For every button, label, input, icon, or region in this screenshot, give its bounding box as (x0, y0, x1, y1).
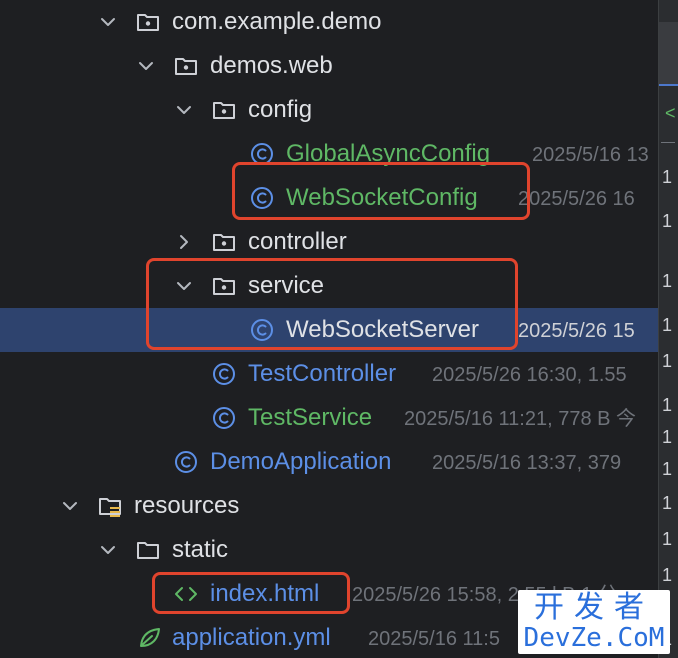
editor-tab[interactable] (659, 22, 678, 86)
package-icon (212, 98, 236, 122)
chevron-down-icon[interactable] (136, 56, 156, 76)
class-icon (250, 142, 274, 166)
line-number: 1 (662, 167, 673, 187)
line-number: 1 (662, 493, 673, 513)
tree-node-demo-application[interactable]: DemoApplication 2025/5/16 13:37, 379 (0, 440, 658, 484)
tree-node-static[interactable]: static (0, 528, 658, 572)
tree-node-web-socket-config[interactable]: WebSocketConfig 2025/5/26 16 (0, 176, 658, 220)
line-number: 1 (662, 211, 673, 231)
chevron-left-icon: < (665, 103, 676, 123)
tree-node-test-controller[interactable]: TestController 2025/5/26 16:30, 1.55 (0, 352, 658, 396)
tree-node-label: static (172, 536, 229, 563)
tree-node-demos-web[interactable]: demos.web (0, 44, 658, 88)
line-number: 1 (662, 351, 673, 371)
watermark-text-cn: 开发者 (534, 591, 654, 624)
tree-node-label: GlobalAsyncConfig (286, 140, 491, 167)
spring-config-leaf-icon (138, 626, 162, 650)
tree-node-web-socket-server[interactable]: WebSocketServer 2025/5/26 15 (0, 308, 658, 352)
tree-node-config[interactable]: config (0, 88, 658, 132)
tree-node-resources[interactable]: resources (0, 484, 658, 528)
chevron-down-icon[interactable] (174, 100, 194, 120)
class-icon (250, 318, 274, 342)
chevron-down-icon[interactable] (98, 12, 118, 32)
line-number: 1 (662, 395, 673, 415)
tree-node-label: service (248, 272, 325, 299)
tree-node-label: config (248, 96, 313, 123)
tree-node-label: WebSocketConfig (286, 184, 478, 211)
line-number: 1 (662, 427, 673, 447)
line-number: 1 (662, 459, 673, 479)
file-meta: 2025/5/16 11:21, 778 B 今 (404, 408, 637, 430)
class-icon (250, 186, 274, 210)
package-icon (136, 10, 160, 34)
project-tree: com.example.demo demos.web config Global… (0, 0, 658, 658)
class-icon (212, 406, 236, 430)
tree-node-label: WebSocketServer (286, 316, 479, 343)
folder-icon (136, 538, 160, 562)
package-icon (212, 230, 236, 254)
file-meta: 2025/5/16 13:37, 379 (432, 452, 622, 474)
chevron-down-icon[interactable] (60, 496, 80, 516)
tree-node-label: application.yml (172, 624, 331, 651)
resources-folder-icon (98, 494, 122, 518)
class-icon (212, 362, 236, 386)
tree-node-label: demos.web (210, 52, 333, 79)
watermark-text-en: DevZe.CoM (523, 623, 665, 653)
file-meta: 2025/5/26 16 (518, 188, 635, 210)
tree-node-com-example-demo[interactable]: com.example.demo (0, 0, 658, 44)
line-number: 1 (662, 315, 673, 335)
site-watermark: 开发者 DevZe.CoM (518, 590, 670, 654)
spring-boot-application-icon (174, 450, 198, 474)
tree-node-label: TestService (248, 404, 373, 431)
tree-node-label: resources (134, 492, 240, 519)
editor-gutter: < 1 1 1 1 1 1 1 1 1 1 1 1 (658, 0, 678, 658)
tree-node-test-service[interactable]: TestService 2025/5/16 11:21, 778 B 今 (0, 396, 658, 440)
file-meta: 2025/5/16 11:5 (368, 628, 500, 650)
line-number: 1 (662, 529, 673, 549)
chevron-down-icon[interactable] (174, 276, 194, 296)
line-number: 1 (662, 565, 673, 585)
tree-node-controller[interactable]: controller (0, 220, 658, 264)
tree-node-label: index.html (210, 580, 320, 607)
file-meta: 2025/5/26 15 (518, 320, 635, 342)
line-number: 1 (662, 271, 673, 291)
chevron-down-icon[interactable] (98, 540, 118, 560)
tree-node-global-async-config[interactable]: GlobalAsyncConfig 2025/5/16 13 (0, 132, 658, 176)
html-file-icon (174, 582, 198, 606)
gutter-divider (661, 142, 675, 143)
tree-node-label: TestController (248, 360, 397, 387)
tree-node-service[interactable]: service (0, 264, 658, 308)
file-meta: 2025/5/16 13 (532, 144, 649, 166)
tree-node-label: DemoApplication (210, 448, 392, 475)
package-icon (212, 274, 236, 298)
chevron-right-icon[interactable] (174, 232, 194, 252)
package-icon (174, 54, 198, 78)
tree-node-label: com.example.demo (172, 8, 382, 35)
file-meta: 2025/5/26 16:30, 1.55 (432, 364, 627, 386)
tree-node-label: controller (248, 228, 347, 255)
